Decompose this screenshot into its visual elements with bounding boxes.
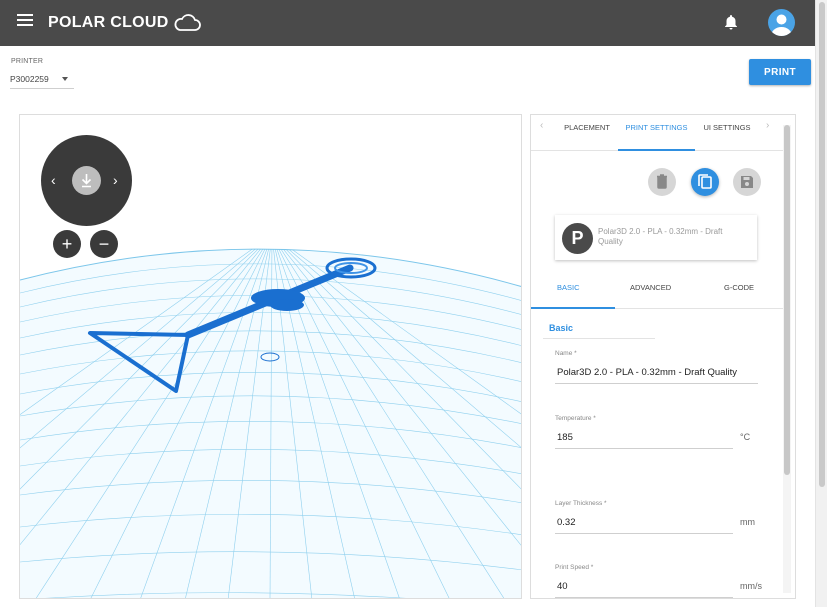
- print-speed-unit: mm/s: [740, 581, 762, 591]
- user-avatar[interactable]: [768, 9, 795, 36]
- tab-print-settings[interactable]: PRINT SETTINGS: [618, 115, 695, 151]
- delete-icon: [657, 174, 667, 189]
- menu-icon[interactable]: [17, 14, 33, 30]
- zoom-out-button[interactable]: −: [90, 230, 118, 258]
- panel-scrollbar-thumb[interactable]: [784, 125, 790, 475]
- tab-placement[interactable]: PLACEMENT: [557, 115, 617, 151]
- layer-thickness-field[interactable]: [555, 512, 733, 534]
- save-profile-button[interactable]: [733, 168, 761, 196]
- camera-nav-pad: ‹ ›: [41, 135, 132, 226]
- printer-label: PRINTER: [11, 58, 44, 65]
- tabs-chevron-left-icon[interactable]: ‹: [540, 120, 543, 131]
- printer-select[interactable]: P3002259: [10, 69, 74, 89]
- subtab-basic[interactable]: BASIC: [557, 283, 580, 292]
- home-view-button[interactable]: [72, 166, 101, 195]
- profile-name: Polar3D 2.0 - PLA - 0.32mm - Draft Quali…: [598, 227, 723, 246]
- temperature-field[interactable]: [555, 427, 733, 449]
- tab-ui-settings[interactable]: UI SETTINGS: [697, 115, 757, 151]
- home-icon: [81, 174, 92, 188]
- user-icon: [771, 14, 792, 36]
- profile-logo: P: [562, 223, 593, 254]
- page-scrollbar[interactable]: [815, 0, 827, 607]
- layer-thickness-label: Layer Thickness *: [555, 500, 607, 507]
- temperature-unit: °C: [740, 432, 751, 442]
- settings-subtabs: BASIC ADVANCED G-CODE: [531, 273, 783, 309]
- section-title: Basic: [549, 323, 574, 333]
- panel-tabs: ‹ PLACEMENT PRINT SETTINGS UI SETTINGS ›: [531, 115, 783, 151]
- cloud-icon: [174, 14, 201, 31]
- name-field[interactable]: [555, 362, 758, 384]
- temperature-label: Temperature *: [555, 415, 596, 422]
- save-icon: [741, 176, 753, 188]
- logo-text: POLAR CLOUD: [48, 14, 169, 31]
- name-label: Name *: [555, 350, 577, 357]
- polar-cloud-logo[interactable]: POLAR CLOUD: [48, 10, 201, 36]
- build-plate-viewport[interactable]: ‹ › + −: [19, 114, 522, 599]
- layer-thickness-unit: mm: [740, 517, 755, 527]
- section-divider: [543, 338, 655, 339]
- zoom-in-button[interactable]: +: [53, 230, 81, 258]
- chevron-right-icon[interactable]: ›: [113, 172, 118, 188]
- dropdown-arrow-icon: [62, 77, 68, 81]
- print-speed-field[interactable]: [555, 576, 733, 598]
- copy-icon: [698, 174, 712, 189]
- copy-profile-button[interactable]: [691, 168, 719, 196]
- tabs-chevron-right-icon[interactable]: ›: [766, 120, 769, 131]
- subtab-gcode[interactable]: G-CODE: [724, 283, 754, 292]
- bell-icon[interactable]: [722, 13, 740, 31]
- chevron-left-icon[interactable]: ‹: [51, 172, 56, 188]
- print-button[interactable]: PRINT: [749, 59, 811, 85]
- panel-scrollbar[interactable]: [783, 125, 791, 593]
- subtab-advanced[interactable]: ADVANCED: [630, 283, 671, 292]
- delete-profile-button[interactable]: [648, 168, 676, 196]
- printer-select-value: P3002259: [10, 74, 49, 84]
- settings-panel: ‹ PLACEMENT PRINT SETTINGS UI SETTINGS ›…: [530, 114, 796, 599]
- subtab-indicator: [531, 307, 615, 309]
- page-scrollbar-thumb[interactable]: [819, 2, 825, 487]
- print-speed-label: Print Speed *: [555, 564, 594, 571]
- profile-card[interactable]: P Polar3D 2.0 - PLA - 0.32mm - Draft Qua…: [555, 215, 757, 260]
- top-app-bar: POLAR CLOUD: [0, 0, 815, 46]
